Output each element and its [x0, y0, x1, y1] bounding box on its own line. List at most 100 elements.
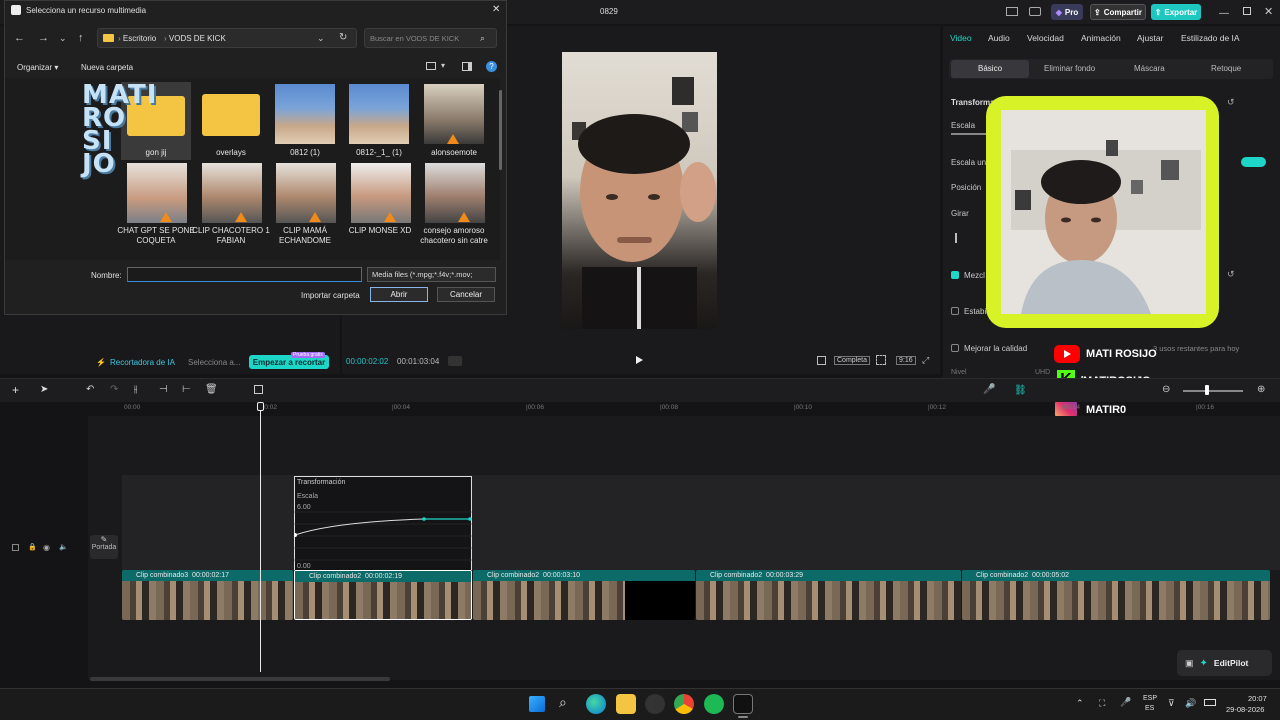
search-icon[interactable]: ⌕ [480, 33, 485, 44]
editpilot-button[interactable]: ▣ ✦ EditPilot [1177, 650, 1272, 676]
horizontal-scrollbar[interactable] [90, 677, 390, 681]
timeline-clip[interactable]: Clip combinado3 00:00:02:17 [122, 570, 293, 620]
wifi-icon[interactable]: ⊽ [1168, 698, 1175, 709]
tab-ai-style[interactable]: Estilizado de IA [1181, 33, 1240, 43]
view-icon[interactable] [426, 62, 436, 70]
tab-adjust[interactable]: Ajustar [1137, 33, 1163, 43]
video-thumb[interactable] [276, 163, 336, 223]
forward-icon[interactable]: → [38, 32, 49, 44]
uniform-scale-toggle[interactable] [1241, 157, 1266, 167]
reset-blend-icon[interactable]: ↺ [1227, 269, 1235, 280]
chrome-icon[interactable] [674, 694, 694, 714]
image-thumb[interactable] [349, 84, 409, 144]
address-chevron-icon[interactable]: ⌄ [317, 33, 325, 44]
tab-video[interactable]: Video [950, 33, 972, 43]
preview-pane-icon[interactable] [462, 62, 472, 71]
trim-right-icon[interactable]: ⊢ [182, 384, 191, 395]
play-icon[interactable] [636, 356, 643, 364]
level-value[interactable]: UHD [1035, 369, 1050, 376]
timeline-clip[interactable]: Clip combinado2 00:00:03:10 [473, 570, 695, 620]
playhead-handle[interactable] [257, 402, 264, 411]
cancel-button[interactable]: Cancelar [437, 287, 495, 302]
minimize-icon[interactable]: — [1219, 8, 1229, 19]
keyframe-curve[interactable] [294, 500, 472, 570]
tab-speed[interactable]: Velocidad [1027, 33, 1064, 43]
lock-icon[interactable]: 🔒 [28, 543, 37, 551]
start-icon[interactable] [529, 696, 545, 712]
reset-icon[interactable]: ↺ [1227, 97, 1235, 108]
timeline-clip[interactable]: Clip combinado2 00:00:05:02 [962, 570, 1270, 620]
tab-animation[interactable]: Animación [1081, 33, 1121, 43]
scale-slider[interactable] [951, 133, 991, 135]
new-folder-button[interactable]: Nueva carpeta [81, 63, 133, 72]
zoom-in-icon[interactable]: ⊕ [1257, 384, 1265, 395]
complete-button[interactable]: Completa [834, 356, 870, 365]
layout-icon[interactable] [1006, 7, 1018, 16]
fullscreen-icon[interactable] [876, 355, 886, 365]
maximize-icon[interactable] [1243, 7, 1251, 15]
timeline-clip-selected[interactable]: Clip combinado2 00:00:02:19 [294, 570, 472, 620]
open-button[interactable]: Abrir [370, 287, 428, 302]
file-scrollbar[interactable] [499, 90, 502, 170]
lang-bottom[interactable]: ES [1145, 705, 1154, 712]
view-chevron-icon[interactable]: ▾ [441, 61, 445, 70]
crop-icon[interactable] [817, 356, 826, 365]
video-thumb[interactable] [202, 163, 262, 223]
tab-audio[interactable]: Audio [988, 33, 1010, 43]
clock-date[interactable]: 29-08-2026 [1226, 705, 1264, 714]
split-icon[interactable]: ⫲ [134, 384, 137, 395]
volume-icon[interactable]: 🔊 [1185, 698, 1196, 709]
subtab-basic[interactable]: Básico [978, 64, 1002, 73]
share-button[interactable]: ⇪ Compartir [1090, 4, 1146, 20]
playhead[interactable] [260, 402, 261, 672]
pro-button[interactable]: ◆ Pro [1051, 4, 1083, 20]
zoom-out-icon[interactable]: ⊖ [1162, 384, 1170, 395]
video-thumb[interactable] [351, 163, 411, 223]
video-thumb[interactable] [425, 163, 485, 223]
mic-icon[interactable]: 🎤 [983, 384, 995, 395]
back-icon[interactable]: ← [14, 32, 25, 44]
expand-icon[interactable]: ⤢ [922, 355, 929, 366]
help-icon[interactable]: ? [486, 61, 497, 72]
import-folder-button[interactable]: Importar carpeta [301, 291, 360, 300]
blend-checkbox[interactable] [951, 271, 959, 279]
add-track-icon[interactable]: + [12, 383, 19, 397]
close-window-icon[interactable]: ✕ [1264, 5, 1273, 18]
visibility-icon[interactable]: ◉ [43, 543, 50, 552]
stabilize-checkbox[interactable] [951, 307, 959, 315]
spotify-icon[interactable] [704, 694, 724, 714]
file-explorer-icon[interactable] [616, 694, 636, 714]
undo-icon[interactable]: ↶ [86, 384, 94, 395]
trim-left-icon[interactable]: ⊣ [159, 384, 168, 395]
subtab-remove-bg[interactable]: Eliminar fondo [1044, 64, 1095, 73]
link-icon[interactable]: ⛓ [1014, 385, 1027, 396]
image-thumb[interactable] [275, 84, 335, 144]
up-icon[interactable]: ↑ [78, 32, 84, 44]
breadcrumb-folder[interactable]: › VODS DE KICK [164, 34, 226, 43]
enhance-checkbox[interactable] [951, 344, 959, 352]
clock-time[interactable]: 20:07 [1248, 694, 1267, 703]
refresh-icon[interactable]: ↻ [339, 32, 347, 43]
crop-tool-icon[interactable] [254, 385, 263, 394]
organize-button[interactable]: Organizar ▾ [17, 63, 58, 72]
subtab-retouch[interactable]: Retoque [1211, 64, 1241, 73]
timeline-clip[interactable]: Clip combinado2 00:00:03:29 [696, 570, 961, 620]
tray-icon[interactable]: ⛶ [1099, 698, 1105, 709]
subtab-mask[interactable]: Máscara [1134, 64, 1165, 73]
ratio-button[interactable]: 9:16 [896, 356, 916, 365]
search-taskbar-icon[interactable]: ⌕ [559, 694, 567, 711]
tray-chevron-icon[interactable]: ⌃ [1076, 698, 1084, 709]
capcut-icon[interactable] [733, 694, 753, 714]
dialog-close-icon[interactable]: ✕ [492, 4, 500, 15]
select-tool-icon[interactable]: ➤ [40, 384, 48, 395]
lang-top[interactable]: ESP [1143, 695, 1157, 702]
preview-video[interactable] [562, 52, 717, 329]
file-type-select[interactable]: Media files (*.mpg;*.f4v;*.mov; [367, 267, 496, 282]
export-button[interactable]: ⇧ Exportar [1151, 4, 1201, 20]
history-chevron-icon[interactable]: ⌄ [59, 33, 67, 44]
audio-icon[interactable]: 🔈 [59, 543, 68, 551]
breadcrumb-desktop[interactable]: › Escritorio [118, 34, 156, 43]
cover-button[interactable]: ✎ Portada [90, 535, 118, 559]
redo-icon[interactable]: ↷ [110, 384, 118, 395]
battery-icon[interactable] [1204, 699, 1216, 706]
